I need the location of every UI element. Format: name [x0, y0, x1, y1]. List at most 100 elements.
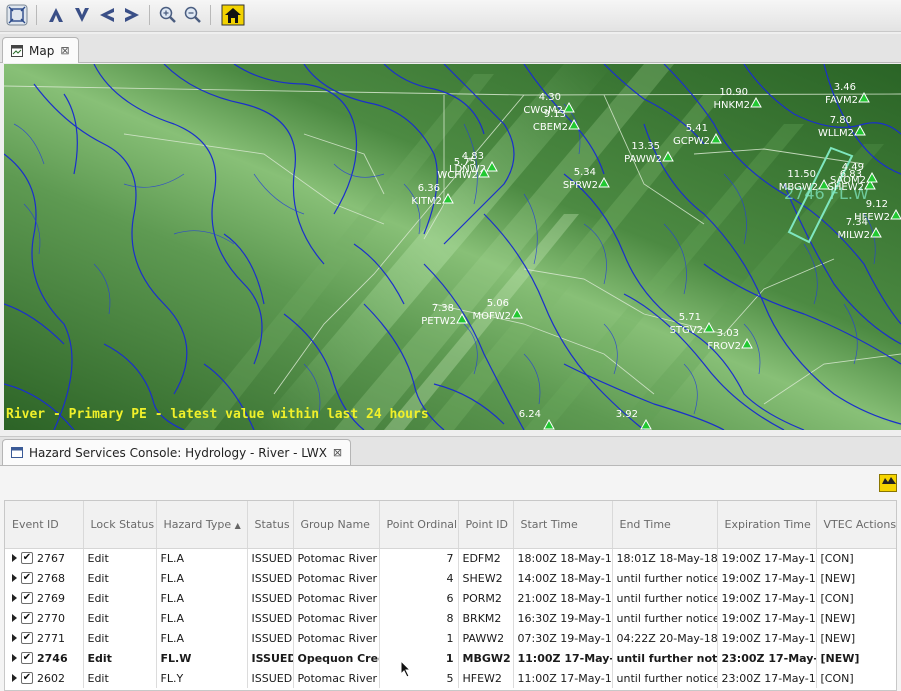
- cell-event-id: ✔ 2768: [5, 568, 84, 588]
- cell-lock-status: Edit: [83, 608, 157, 628]
- gauge-value-label: 9.13: [544, 109, 566, 120]
- cell-start-time: 14:00Z 18-May-18: [513, 568, 613, 588]
- expand-arrow-icon[interactable]: [12, 574, 17, 582]
- map-view-icon: [11, 44, 23, 57]
- column-header-group-name[interactable]: Group Name: [293, 501, 380, 549]
- arrow-down-icon: [75, 8, 89, 22]
- gauge-value-label: 5.06: [487, 298, 509, 309]
- expand-arrow-icon[interactable]: [12, 674, 17, 682]
- column-header-lock-status[interactable]: Lock Status: [83, 501, 157, 549]
- expand-arrow-icon[interactable]: [12, 594, 17, 602]
- row-checkbox[interactable]: ✔: [21, 572, 33, 584]
- cell-point-id: EDFM2: [458, 548, 514, 568]
- pan-right-button[interactable]: [119, 3, 145, 27]
- row-checkbox[interactable]: ✔: [21, 672, 33, 684]
- gauge-value-label: 7.34: [846, 217, 868, 228]
- map-view-tabbar: Map ⊠: [0, 34, 901, 63]
- pan-left-button[interactable]: [94, 3, 120, 27]
- cell-point-id: BRKM2: [458, 608, 514, 628]
- map-canvas[interactable]: 2746 FL.W 4.30 CWGM2 9.13 CBEM2 10.90 HNKM2 3.…: [4, 64, 901, 430]
- tab-map[interactable]: Map ⊠: [2, 37, 79, 63]
- hydro-button[interactable]: [879, 474, 897, 492]
- column-header-point-id[interactable]: Point ID: [458, 501, 514, 549]
- cell-end-time: until further notice: [612, 648, 718, 668]
- cell-lock-status: Edit: [83, 588, 157, 608]
- table-row[interactable]: ✔ 2768 Edit FL.A ISSUED Potomac River 4 SHEW2 14…: [5, 568, 896, 588]
- cell-event-id: ✔ 2746: [5, 648, 84, 668]
- zoom-in-button[interactable]: [155, 3, 181, 27]
- zoom-out-button[interactable]: [180, 3, 206, 27]
- gauge-value-label: 7.80: [830, 115, 852, 126]
- pan-down-button[interactable]: [69, 3, 95, 27]
- row-checkbox[interactable]: ✔: [21, 632, 33, 644]
- table-row[interactable]: ✔ 2767 Edit FL.A ISSUED Potomac River 7 EDFM2 18…: [5, 548, 896, 568]
- expand-arrow-icon[interactable]: [12, 634, 17, 642]
- table-row[interactable]: ✔ 2746 EditFL.WISSUEDOpequon Creek1MBGW211…: [5, 648, 896, 668]
- cell-group-name: Opequon Creek: [293, 648, 380, 668]
- row-checkbox[interactable]: ✔: [21, 552, 33, 565]
- arrow-up-icon: [49, 8, 63, 22]
- column-header-end-time[interactable]: End Time: [612, 501, 718, 549]
- table-row[interactable]: ✔ 2602 Edit FL.Y ISSUED Potomac River 5 HFEW2 11…: [5, 668, 896, 688]
- expand-arrow-icon[interactable]: [12, 654, 17, 662]
- terrain-map[interactable]: 2746 FL.W 4.30CWGM29.13CBEM210.90HNKM23.…: [4, 64, 901, 430]
- column-header-status[interactable]: Status: [247, 501, 294, 549]
- cell-expiration-time: 19:00Z 17-May-18: [717, 628, 817, 648]
- cell-status: ISSUED: [247, 668, 294, 688]
- cell-lock-status: Edit: [83, 648, 157, 668]
- row-checkbox[interactable]: ✔: [21, 592, 33, 604]
- tab-hazard-console[interactable]: Hazard Services Console: Hydrology - Riv…: [2, 439, 352, 465]
- cell-event-id: ✔ 2767: [5, 548, 84, 568]
- cell-start-time: 16:30Z 19-May-18: [513, 608, 613, 628]
- cell-hazard-type: FL.Y: [156, 668, 248, 688]
- close-icon[interactable]: ⊠: [333, 446, 342, 459]
- cell-expiration-time: 19:00Z 17-May-18: [717, 568, 817, 588]
- event-id-text: 2769: [37, 591, 65, 605]
- cell-lock-status: Edit: [83, 548, 157, 568]
- column-header-point-ordinal[interactable]: Point Ordinal: [379, 501, 459, 549]
- pan-up-button[interactable]: [43, 3, 69, 27]
- table-row[interactable]: ✔ 2770 Edit FL.A ISSUED Potomac River 8 BRKM2 16…: [5, 608, 896, 628]
- table-row[interactable]: ✔ 2771 Edit FL.A ISSUED Potomac River 1 PAWW2 07…: [5, 628, 896, 648]
- cell-expiration-time: 19:00Z 17-May-18: [717, 608, 817, 628]
- table-row[interactable]: ✔ 2769 Edit FL.A ISSUED Potomac River 6 PORM2 21…: [5, 588, 896, 608]
- gauge-id-label: STGV2: [670, 325, 703, 336]
- expand-arrow-icon[interactable]: [12, 554, 17, 563]
- column-header-expiration-time[interactable]: Expiration Time: [717, 501, 817, 549]
- table-body: ✔ 2767 Edit FL.A ISSUED Potomac River 7 EDFM2 18…: [5, 548, 896, 688]
- cell-end-time: 04:22Z 20-May-18: [612, 628, 718, 648]
- gauge-id-label: FROV2: [707, 341, 741, 352]
- close-icon[interactable]: ⊠: [60, 44, 69, 57]
- row-checkbox[interactable]: ✔: [21, 612, 33, 624]
- row-checkbox[interactable]: ✔: [21, 652, 33, 664]
- home-icon: [221, 4, 245, 26]
- expand-arrow-icon[interactable]: [12, 614, 17, 622]
- map-caption: River - Primary PE - latest value within…: [6, 407, 429, 422]
- home-button[interactable]: [220, 3, 246, 27]
- cell-expiration-time: 19:00Z 17-May-18: [717, 588, 817, 608]
- cell-point-ordinal: 5: [379, 668, 459, 688]
- cell-status: ISSUED: [247, 648, 294, 668]
- cell-hazard-type: FL.A: [156, 628, 248, 648]
- console-view-icon: [11, 447, 23, 458]
- gauge-id-label: WCHW2: [437, 170, 478, 181]
- event-id-text: 2771: [37, 631, 65, 645]
- cell-status: ISSUED: [247, 588, 294, 608]
- cell-point-ordinal: 8: [379, 608, 459, 628]
- cell-start-time: 07:30Z 19-May-18: [513, 628, 613, 648]
- gauge-id-label: HNKM2: [713, 100, 750, 111]
- cell-hazard-type: FL.A: [156, 568, 248, 588]
- cell-vtec-actions: [NEW]: [816, 648, 896, 668]
- gauge-id-label: MOFW2: [472, 311, 511, 322]
- cell-expiration-time: 23:00Z 17-May-18: [717, 648, 817, 668]
- column-header-vtec-actions[interactable]: VTEC Actions: [816, 501, 896, 549]
- column-header-event-id[interactable]: Event ID: [5, 501, 84, 549]
- gauge-id-label: SAOM2: [830, 175, 866, 186]
- zoom-extent-button[interactable]: [4, 3, 30, 27]
- column-header-hazard-type[interactable]: Hazard Type ▲: [156, 501, 248, 549]
- hydro-icon: [882, 477, 896, 484]
- column-header-start-time[interactable]: Start Time: [513, 501, 613, 549]
- gauge-value-label: 6.36: [418, 183, 440, 194]
- gauge-value-label: 5.71: [679, 312, 701, 323]
- event-table: Event ID Lock Status Hazard Type ▲ Statu…: [4, 500, 897, 691]
